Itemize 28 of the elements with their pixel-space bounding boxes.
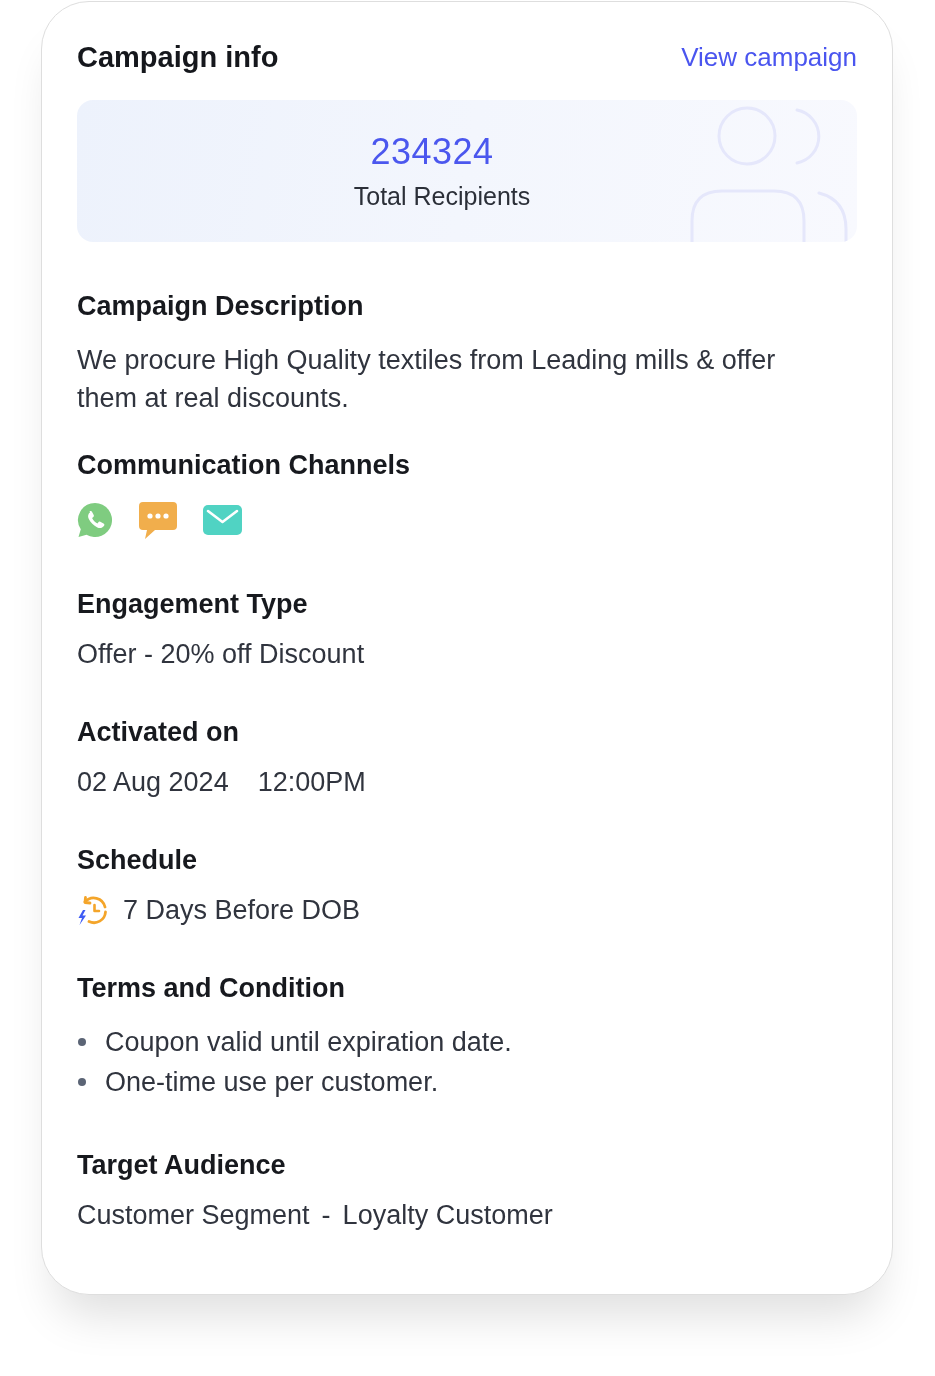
view-campaign-link[interactable]: View campaign (681, 41, 857, 73)
section-heading: Schedule (77, 845, 199, 875)
section-heading: Terms and Condition (77, 973, 346, 1003)
terms-item: One-time use per customer. (105, 1066, 439, 1098)
engagement-value: Offer - 20% off Discount (77, 638, 366, 670)
phone-chat-icon (77, 502, 113, 538)
audience-value: Loyalty Customer (342, 1199, 553, 1231)
section-heading: Activated on (77, 717, 241, 747)
chat-bubble-icon (139, 501, 177, 539)
activation-time: 12:00PM (257, 766, 366, 798)
dash-text: - (321, 1199, 331, 1231)
recipient-count: 234324 (370, 132, 494, 172)
card-title: Campaign info (77, 40, 279, 74)
bullet-icon (78, 1038, 86, 1046)
section-heading: Communication Channels (77, 450, 412, 480)
audience-label: Customer Segment (77, 1199, 310, 1231)
section-heading: Engagement Type (77, 589, 309, 619)
recipients-label: Total Recipients (352, 182, 531, 210)
activation-date: 02 Aug 2024 (77, 766, 229, 798)
people-icon (689, 105, 849, 242)
schedule-text: 7 Days Before DOB (123, 894, 361, 926)
mail-icon (203, 505, 242, 535)
terms-item: Coupon valid until expiration date. (105, 1026, 512, 1058)
section-heading: Target Audience (77, 1150, 287, 1180)
section-heading: Campaign Description (77, 291, 365, 321)
bullet-icon (78, 1078, 86, 1086)
description-text: We procure High Quality textiles from Leading mills & offer them at real discounts. (77, 344, 777, 415)
clock-arrows-icon (77, 895, 109, 925)
